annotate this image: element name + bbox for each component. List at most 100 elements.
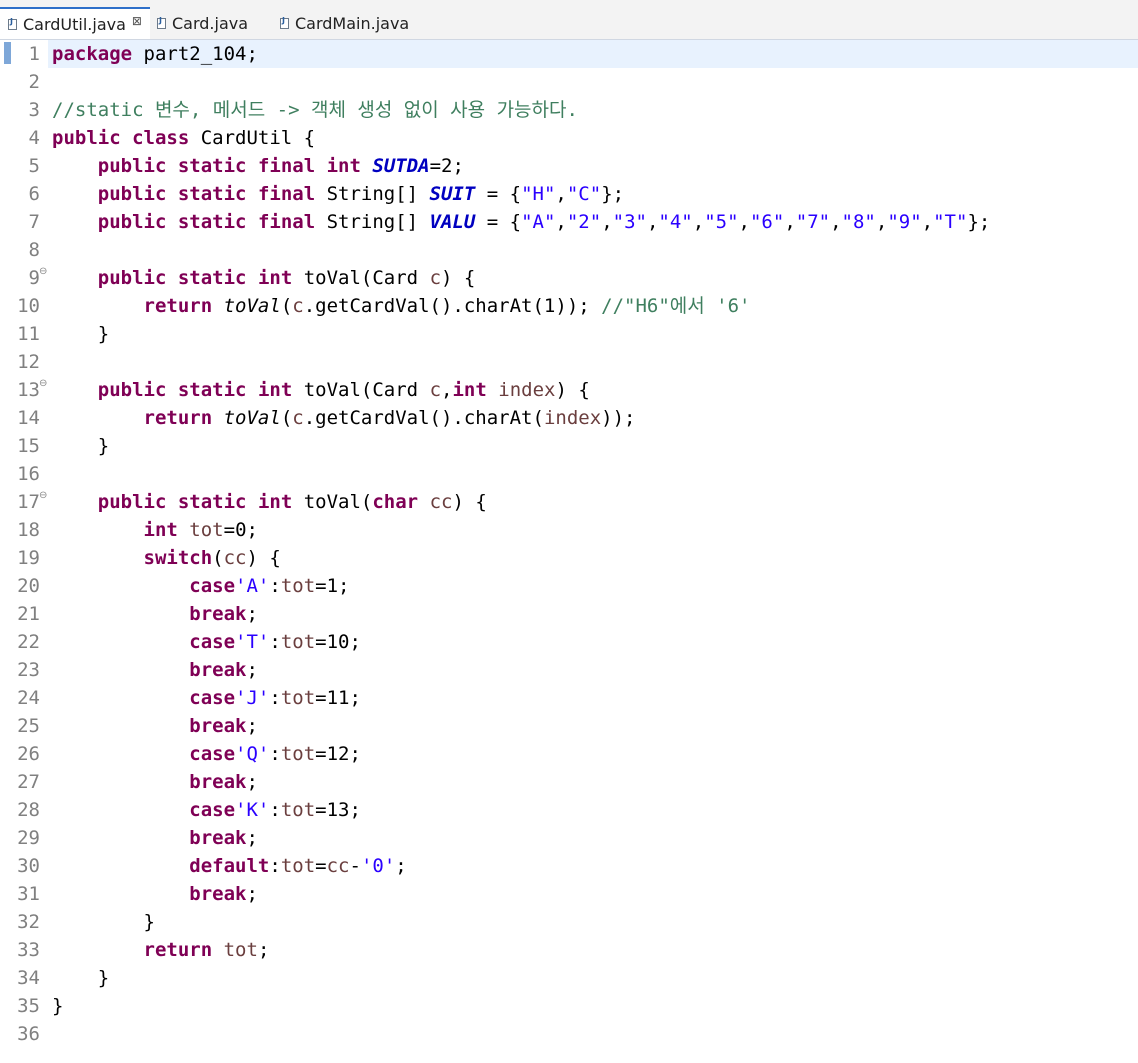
line-number: 7: [28, 211, 40, 233]
code-line: 36: [0, 1020, 1138, 1048]
code-line: 20 case'A':tot=1;: [0, 572, 1138, 600]
code-text: return toVal(c.getCardVal().charAt(1)); …: [143, 295, 751, 317]
line-number: 13: [17, 379, 40, 401]
line-number: 15: [17, 435, 40, 457]
code-text: return tot;: [143, 939, 270, 961]
code-text: public static int toVal(Card c,int index…: [97, 379, 590, 401]
code-line: 13 ⊖ public static int toVal(Card c,int …: [0, 376, 1138, 404]
code-line: 4 public class CardUtil {: [0, 124, 1138, 152]
line-number: 10: [17, 295, 40, 317]
tab-label: CardUtil.java: [23, 14, 126, 34]
code-line: 16: [0, 460, 1138, 488]
code-line: 27 break;: [0, 768, 1138, 796]
code-line: 24 case'J':tot=11;: [0, 684, 1138, 712]
line-number: 35: [17, 995, 40, 1017]
line-number: 33: [17, 939, 40, 961]
tab-card-java[interactable]: Card.java: [157, 7, 267, 39]
close-tab-icon[interactable]: ⊠: [132, 14, 142, 28]
code-text: break;: [189, 827, 258, 849]
line-number: 14: [17, 407, 40, 429]
code-line: 29 break;: [0, 824, 1138, 852]
code-editor[interactable]: 1 package part2_104; 2 3 //static 변수, 메서…: [0, 40, 1138, 1063]
code-line: 6 public static final String[] SUIT = {"…: [0, 180, 1138, 208]
code-line: 25 break;: [0, 712, 1138, 740]
line-number: 26: [17, 743, 40, 765]
code-line: 32 }: [0, 908, 1138, 936]
code-line: 17 ⊖ public static int toVal(char cc) {: [0, 488, 1138, 516]
java-file-icon: [157, 16, 166, 29]
code-line: 7 public static final String[] VALU = {"…: [0, 208, 1138, 236]
code-text: package part2_104;: [52, 43, 258, 65]
tab-label: CardMain.java: [295, 13, 410, 33]
line-number: 21: [17, 603, 40, 625]
tab-label: Card.java: [172, 13, 249, 33]
line-number: 31: [17, 883, 40, 905]
code-line: 19 switch(cc) {: [0, 544, 1138, 572]
code-text: default:tot=cc-'0';: [189, 855, 407, 877]
code-line: 1 package part2_104;: [0, 40, 1138, 68]
code-text: case'K':tot=13;: [189, 799, 361, 821]
fold-toggle-icon[interactable]: ⊖: [39, 490, 47, 501]
code-text: }: [52, 435, 110, 457]
code-line: 35 }: [0, 992, 1138, 1020]
code-text: break;: [189, 715, 258, 737]
line-number: 17: [17, 491, 40, 513]
code-text: public static final int SUTDA=2;: [97, 155, 464, 177]
line-number: 19: [17, 547, 40, 569]
tab-cardmain-java[interactable]: CardMain.java: [280, 7, 420, 39]
code-text: public class CardUtil {: [52, 127, 316, 149]
code-text: case'T':tot=10;: [189, 631, 361, 653]
code-line: 22 case'T':tot=10;: [0, 628, 1138, 656]
line-number: 4: [28, 127, 40, 149]
code-line: 3 //static 변수, 메서드 -> 객체 생성 없이 사용 가능하다.: [0, 96, 1138, 124]
window-top-strip: [0, 0, 1138, 7]
code-line: 11 }: [0, 320, 1138, 348]
line-number: 30: [17, 855, 40, 877]
code-line: 8: [0, 236, 1138, 264]
code-text: }: [52, 911, 155, 933]
code-text: public static int toVal(char cc) {: [97, 491, 487, 513]
code-text: }: [52, 323, 110, 345]
code-line: 33 return tot;: [0, 936, 1138, 964]
code-line: 15 }: [0, 432, 1138, 460]
code-line: 23 break;: [0, 656, 1138, 684]
code-text: int tot=0;: [143, 519, 258, 541]
line-number: 18: [17, 519, 40, 541]
code-line: 5 public static final int SUTDA=2;: [0, 152, 1138, 180]
code-text: public static final String[] VALU = {"A"…: [97, 211, 991, 233]
tab-cardutil-java[interactable]: CardUtil.java ⊠: [0, 7, 150, 39]
code-line: 9 ⊖ public static int toVal(Card c) {: [0, 264, 1138, 292]
code-text: public static final String[] SUIT = {"H"…: [97, 183, 625, 205]
code-line: 34 }: [0, 964, 1138, 992]
code-comment: //static 변수, 메서드 -> 객체 생성 없이 사용 가능하다.: [52, 99, 578, 121]
code-text: case'A':tot=1;: [189, 575, 350, 597]
line-number: 9: [28, 267, 40, 289]
code-text: switch(cc) {: [143, 547, 281, 569]
code-line: 18 int tot=0;: [0, 516, 1138, 544]
line-number: 11: [17, 323, 40, 345]
code-line: 21 break;: [0, 600, 1138, 628]
fold-toggle-icon[interactable]: ⊖: [39, 378, 47, 389]
code-text: case'Q':tot=12;: [189, 743, 361, 765]
line-number: 20: [17, 575, 40, 597]
code-line: 28 case'K':tot=13;: [0, 796, 1138, 824]
line-number: 25: [17, 715, 40, 737]
code-text: case'J':tot=11;: [189, 687, 361, 709]
code-text: public static int toVal(Card c) {: [97, 267, 476, 289]
line-number: 16: [17, 463, 40, 485]
fold-toggle-icon[interactable]: ⊖: [39, 266, 47, 277]
line-number: 12: [17, 351, 40, 373]
code-text: break;: [189, 659, 258, 681]
line-number: 24: [17, 687, 40, 709]
code-line: 2: [0, 68, 1138, 96]
code-line: 12: [0, 348, 1138, 376]
code-line: 30 default:tot=cc-'0';: [0, 852, 1138, 880]
java-file-icon: [280, 16, 289, 29]
code-line: 14 return toVal(c.getCardVal().charAt(in…: [0, 404, 1138, 432]
code-line: 26 case'Q':tot=12;: [0, 740, 1138, 768]
line-number: 36: [17, 1023, 40, 1045]
line-number: 22: [17, 631, 40, 653]
code-line: 10 return toVal(c.getCardVal().charAt(1)…: [0, 292, 1138, 320]
line-number: 29: [17, 827, 40, 849]
line-number: 5: [28, 155, 40, 177]
